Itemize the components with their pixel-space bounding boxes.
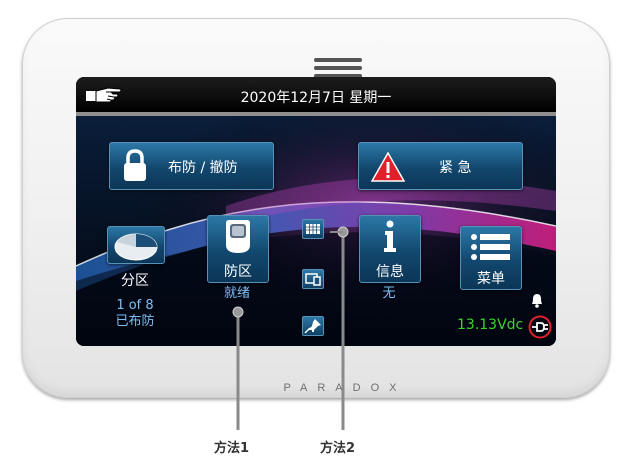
callout-method1: 方法1 bbox=[214, 441, 250, 456]
callout-lines bbox=[232, 226, 349, 430]
callout-method2: 方法2 bbox=[320, 441, 356, 456]
